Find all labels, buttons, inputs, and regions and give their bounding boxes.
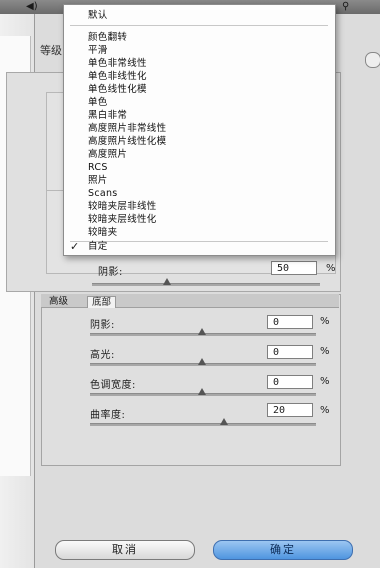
settings-icon[interactable] — [365, 52, 380, 68]
highlights-unit: % — [320, 346, 330, 357]
menu-item[interactable]: 颜色翻转 — [88, 32, 127, 44]
shadows-field[interactable]: 0 — [267, 315, 313, 329]
row-label-shadows: 阴影: — [90, 320, 115, 331]
menu-item[interactable]: 单色 — [88, 97, 108, 109]
menu-item[interactable]: 平滑 — [88, 45, 108, 57]
menu-item[interactable]: 较暗夹层非线性 — [88, 201, 157, 213]
upper-amount-label: 阴影: — [98, 267, 123, 278]
upper-amount-field[interactable]: 50 — [271, 261, 317, 275]
cancel-button[interactable]: 取消 — [55, 540, 195, 560]
menu-item[interactable]: 单色非常线性 — [88, 58, 147, 70]
menu-item[interactable]: 高度照片非常线性 — [88, 123, 166, 135]
preset-dropdown-menu: 默认 颜色翻转 平滑 单色非常线性 单色非线性化 单色线性化模 单色 黑白非常 … — [63, 4, 336, 256]
menu-item[interactable]: 高度照片 — [88, 149, 127, 161]
highlights-field[interactable]: 0 — [267, 345, 313, 359]
tab-advanced[interactable]: 高级 — [45, 296, 72, 307]
curvature-unit: % — [320, 405, 330, 416]
menu-item-custom[interactable]: 自定 — [88, 241, 108, 253]
menu-item[interactable]: 单色线性化模 — [88, 84, 147, 96]
window-control-icon[interactable]: ◀) — [26, 1, 38, 12]
curvature-field[interactable]: 20 — [267, 403, 313, 417]
menu-item[interactable]: 黑白非常 — [88, 110, 127, 122]
dialog-title: 等级 — [40, 44, 62, 57]
tab-bottom[interactable]: 底部 — [87, 296, 117, 308]
shadows-unit: % — [320, 316, 330, 327]
shadows-slider-thumb[interactable] — [198, 328, 206, 335]
upper-amount-unit: % — [326, 263, 336, 274]
row-label-tonal-width: 色调宽度: — [90, 380, 136, 391]
upper-amount-slider-track[interactable] — [92, 283, 320, 286]
upper-amount-slider-thumb[interactable] — [163, 278, 171, 285]
menu-separator — [70, 241, 328, 242]
menu-item[interactable]: 单色非线性化 — [88, 71, 147, 83]
checkmark-icon: ✓ — [70, 240, 80, 253]
tonal-width-field[interactable]: 0 — [267, 375, 313, 389]
menu-separator — [70, 25, 328, 26]
curvature-slider-track[interactable] — [90, 423, 316, 426]
menu-item[interactable]: Scans — [88, 188, 118, 200]
search-icon[interactable]: ⚲ — [342, 1, 354, 12]
menu-item[interactable]: 照片 — [88, 175, 108, 187]
menu-item[interactable]: 较暗夹 — [88, 227, 117, 239]
ok-button[interactable]: 确定 — [213, 540, 353, 560]
curvature-slider-thumb[interactable] — [220, 418, 228, 425]
highlights-slider-thumb[interactable] — [198, 358, 206, 365]
menu-item[interactable]: RCS — [88, 162, 108, 174]
menu-item-default[interactable]: 默认 — [88, 10, 108, 22]
menu-item[interactable]: 较暗夹层线性化 — [88, 214, 157, 226]
lower-tab-bar — [41, 294, 339, 308]
tonal-width-unit: % — [320, 376, 330, 387]
row-label-highlights: 高光: — [90, 350, 115, 361]
menu-item[interactable]: 高度照片线性化模 — [88, 136, 166, 148]
row-label-curvature: 曲率度: — [90, 410, 126, 421]
tonal-width-slider-thumb[interactable] — [198, 388, 206, 395]
